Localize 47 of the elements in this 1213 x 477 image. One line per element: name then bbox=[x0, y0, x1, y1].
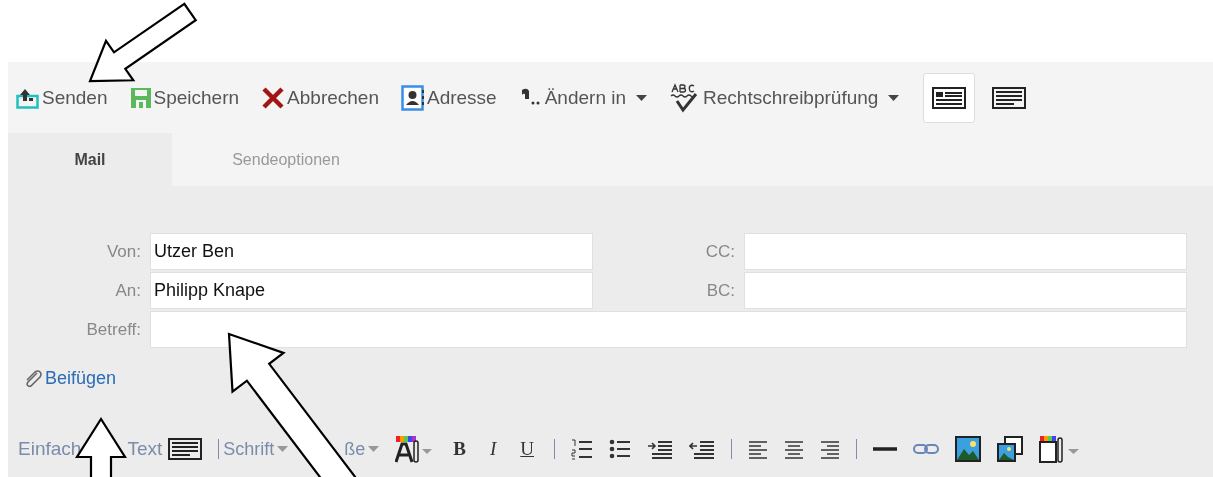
gallery-icon[interactable] bbox=[997, 436, 1023, 462]
header-view-icon bbox=[932, 86, 967, 109]
align-right-icon[interactable] bbox=[820, 439, 840, 459]
view-toggle-button[interactable] bbox=[923, 72, 976, 123]
align-center-icon[interactable] bbox=[784, 439, 804, 459]
mode-label: Text bbox=[127, 438, 163, 460]
plain-view-icon[interactable] bbox=[168, 438, 203, 460]
plain-view-icon bbox=[992, 86, 1027, 109]
field-label: CC: bbox=[704, 241, 735, 263]
field-label: An: bbox=[114, 280, 141, 302]
bullet-list-icon[interactable] bbox=[609, 438, 631, 460]
field-label: Betreff: bbox=[85, 319, 141, 341]
attach-link[interactable]: Beifügen bbox=[45, 368, 117, 389]
tab[interactable]: Mail bbox=[8, 133, 172, 186]
numbered-list-icon[interactable] bbox=[571, 438, 593, 460]
toolbar-button[interactable]: Senden bbox=[16, 86, 108, 109]
caret-icon bbox=[888, 94, 900, 101]
text-color-icon[interactable] bbox=[395, 435, 434, 463]
link-icon[interactable] bbox=[913, 443, 939, 455]
bold-button[interactable]: B bbox=[449, 438, 470, 460]
field-label: BC: bbox=[705, 280, 735, 302]
caret-icon bbox=[636, 94, 648, 101]
toolbar-button[interactable]: Speichern bbox=[129, 86, 240, 109]
input-field[interactable] bbox=[744, 272, 1187, 309]
input-field[interactable] bbox=[150, 311, 1187, 348]
underline-button[interactable]: U bbox=[516, 438, 538, 460]
input-field[interactable] bbox=[744, 233, 1187, 270]
toolbar-button[interactable]: Adresse bbox=[401, 84, 497, 111]
input-field[interactable]: Utzer Ben bbox=[150, 233, 593, 270]
field-label: Von: bbox=[105, 241, 141, 263]
mode-label: Einfach bbox=[18, 438, 82, 460]
background-color-icon[interactable] bbox=[1039, 435, 1081, 463]
close-icon bbox=[261, 85, 286, 110]
toolbar-button[interactable]: Abbrechen bbox=[261, 85, 379, 110]
italic-button[interactable]: I bbox=[485, 438, 501, 460]
caret-icon bbox=[277, 446, 289, 452]
toolbar-button[interactable]: Rechtschreibprüfung bbox=[669, 82, 900, 113]
indent-icon[interactable] bbox=[647, 438, 673, 460]
horizontal-line-icon[interactable] bbox=[873, 446, 897, 452]
input-field[interactable]: Philipp Knape bbox=[150, 272, 593, 309]
outdent-icon[interactable] bbox=[689, 438, 715, 460]
image-icon[interactable] bbox=[955, 436, 981, 462]
align-left-icon[interactable] bbox=[748, 439, 768, 459]
caret-icon bbox=[368, 446, 380, 452]
paperclip-icon bbox=[23, 368, 43, 389]
contact-card-icon bbox=[401, 84, 425, 111]
toolbar-button[interactable]: Ändern in bbox=[518, 86, 648, 109]
